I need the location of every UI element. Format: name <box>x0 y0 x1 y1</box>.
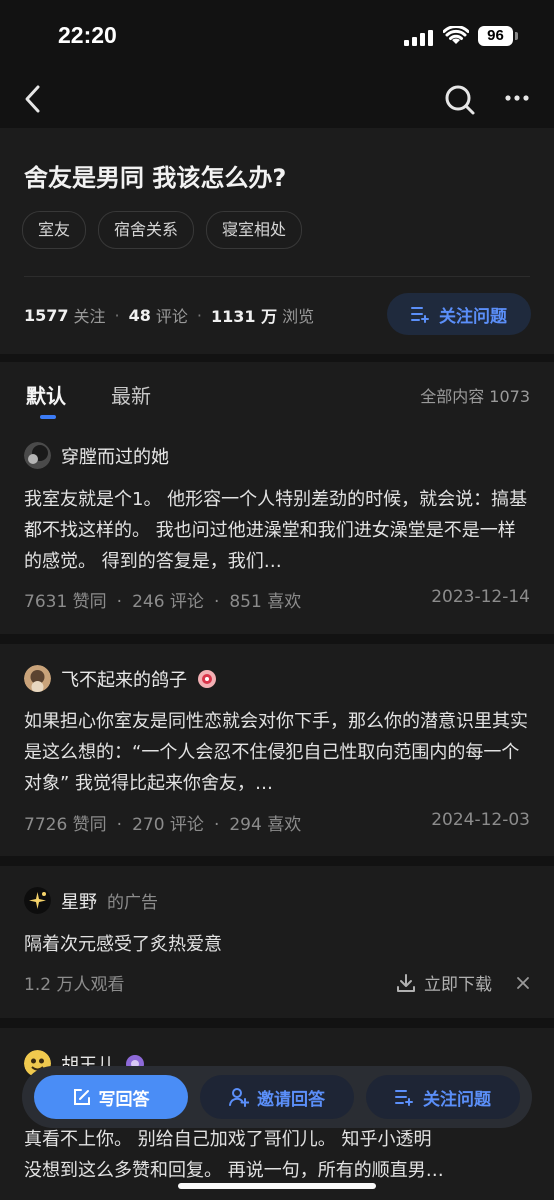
answer-excerpt[interactable]: 如果担心你室友是同性恋就会对你下手，那么你的潜意识里其实是这么想的：“一个人会忍… <box>24 706 530 799</box>
status-bar: 22:20 96 <box>0 0 554 72</box>
comment-count[interactable]: 48 <box>129 306 151 325</box>
follow-question-label: 关注问题 <box>439 306 507 327</box>
advertiser-name[interactable]: 星野 <box>61 888 97 914</box>
ad-footer: 1.2 万人观看 立即下载 <box>24 970 530 995</box>
follow-list-icon <box>395 1090 413 1106</box>
answer-meta: 7631 赞同 · 246 评论 · 851 喜欢 2023-12-14 <box>24 587 530 612</box>
invite-user-icon <box>229 1088 249 1107</box>
topic-tag[interactable]: 宿舍关系 <box>98 211 195 249</box>
answer-excerpt[interactable]: 真看不上你。 别给自己加戏了哥们儿。 知乎小透明 没想到这么多赞和回复。 再说一… <box>24 1124 530 1186</box>
view-count-label: 浏览 <box>282 307 315 326</box>
vote-count: 7726 赞同 <box>24 815 107 835</box>
question-header: 舍友是男同 我该怎么办? 室友 宿舍关系 寝室相处 1577 关注 · 48 评… <box>0 128 554 354</box>
excerpt-line: 真看不上你。 别给自己加戏了哥们儿。 知乎小透明 <box>24 1129 432 1150</box>
tab-default[interactable]: 默认 <box>26 380 66 409</box>
ad-viewers: 1.2 万人观看 <box>24 975 125 995</box>
status-time: 22:20 <box>58 22 117 48</box>
question-title: 舍友是男同 我该怎么办? <box>24 164 287 192</box>
answer-card[interactable]: 飞不起来的鸽子 如果担心你室友是同性恋就会对你下手，那么你的潜意识里其实是这么想… <box>0 644 554 856</box>
answer-card[interactable]: 穿膛而过的她 我室友就是个1。 他形容一个人特别差劲的时候，就会说：搞基都不找这… <box>0 422 554 634</box>
write-answer-label: 写回答 <box>98 1089 150 1110</box>
tab-latest[interactable]: 最新 <box>111 380 151 409</box>
write-answer-button[interactable]: 写回答 <box>34 1075 188 1119</box>
edit-icon <box>73 1089 90 1105</box>
like-count: 294 喜欢 <box>229 815 302 835</box>
view-count: 1131 万 <box>211 307 278 326</box>
wifi-icon <box>443 26 469 44</box>
avatar <box>24 442 51 469</box>
answer-author[interactable]: 飞不起来的鸽子 <box>24 665 217 692</box>
answer-date: 2023-12-14 <box>431 587 530 607</box>
active-tab-indicator <box>40 415 56 419</box>
ad-card[interactable]: 星野 的广告 隔着次元感受了炙热爱意 1.2 万人观看 立即下载 <box>0 866 554 1018</box>
comment-count: 270 评论 <box>132 815 204 835</box>
download-button[interactable]: 立即下载 <box>396 970 492 995</box>
follow-question-button[interactable]: 关注问题 <box>387 293 531 335</box>
topic-tag[interactable]: 室友 <box>22 211 87 249</box>
author-name[interactable]: 穿膛而过的她 <box>61 443 169 469</box>
home-indicator <box>178 1183 376 1189</box>
follow-count-label: 关注 <box>73 307 106 326</box>
topic-tags: 室友 宿舍关系 寝室相处 <box>22 211 303 249</box>
answer-tabs: 默认 最新 全部内容 1073 <box>0 362 554 422</box>
like-count: 851 喜欢 <box>229 592 302 612</box>
comment-count: 246 评论 <box>132 592 204 612</box>
more-options-icon[interactable] <box>504 94 530 102</box>
answer-meta: 7726 赞同 · 270 评论 · 294 喜欢 2024-12-03 <box>24 810 530 835</box>
ad-title[interactable]: 隔着次元感受了炙热爱意 <box>24 930 222 956</box>
answer-excerpt[interactable]: 我室友就是个1。 他形容一个人特别差劲的时候，就会说：搞基都不找这样的。 我也问… <box>24 484 530 577</box>
excerpt-line: 没想到这么多赞和回复。 再说一句，所有的顺直男… <box>24 1160 444 1181</box>
invite-answer-label: 邀请回答 <box>257 1089 325 1110</box>
back-arrow-icon[interactable] <box>22 84 44 114</box>
nav-bar <box>0 72 554 128</box>
avatar <box>24 887 51 914</box>
close-icon[interactable] <box>516 976 530 990</box>
follow-list-icon <box>411 307 429 323</box>
follow-question-bottom-label: 关注问题 <box>423 1089 491 1110</box>
question-stats: 1577 关注 · 48 评论 · 1131 万 浏览 <box>24 303 314 327</box>
battery-indicator: 96 <box>478 26 513 46</box>
answer-date: 2024-12-03 <box>431 810 530 830</box>
separator-dot: · <box>114 305 120 325</box>
download-label: 立即下载 <box>424 975 492 995</box>
follow-question-bottom-button[interactable]: 关注问题 <box>366 1075 520 1119</box>
bottom-action-bar: 写回答 邀请回答 关注问题 <box>22 1066 532 1128</box>
divider <box>24 276 530 277</box>
comment-count-label[interactable]: 评论 <box>156 303 188 327</box>
download-icon <box>397 973 415 992</box>
author-name[interactable]: 飞不起来的鸽子 <box>61 666 187 692</box>
vote-count: 7631 赞同 <box>24 592 107 612</box>
cellular-signal-icon <box>404 30 433 46</box>
separator-dot: · <box>196 305 203 325</box>
invite-answer-button[interactable]: 邀请回答 <box>200 1075 354 1119</box>
ad-label: 的广告 <box>107 893 158 913</box>
verified-badge-icon <box>198 669 216 688</box>
follow-count: 1577 <box>24 305 69 325</box>
avatar <box>24 665 51 692</box>
topic-tag[interactable]: 寝室相处 <box>206 211 303 249</box>
all-content-count: 全部内容 1073 <box>420 387 530 406</box>
answer-author[interactable]: 穿膛而过的她 <box>24 442 169 469</box>
advertiser[interactable]: 星野 的广告 <box>24 887 158 914</box>
battery-cap <box>515 32 518 40</box>
search-icon[interactable] <box>444 84 476 116</box>
